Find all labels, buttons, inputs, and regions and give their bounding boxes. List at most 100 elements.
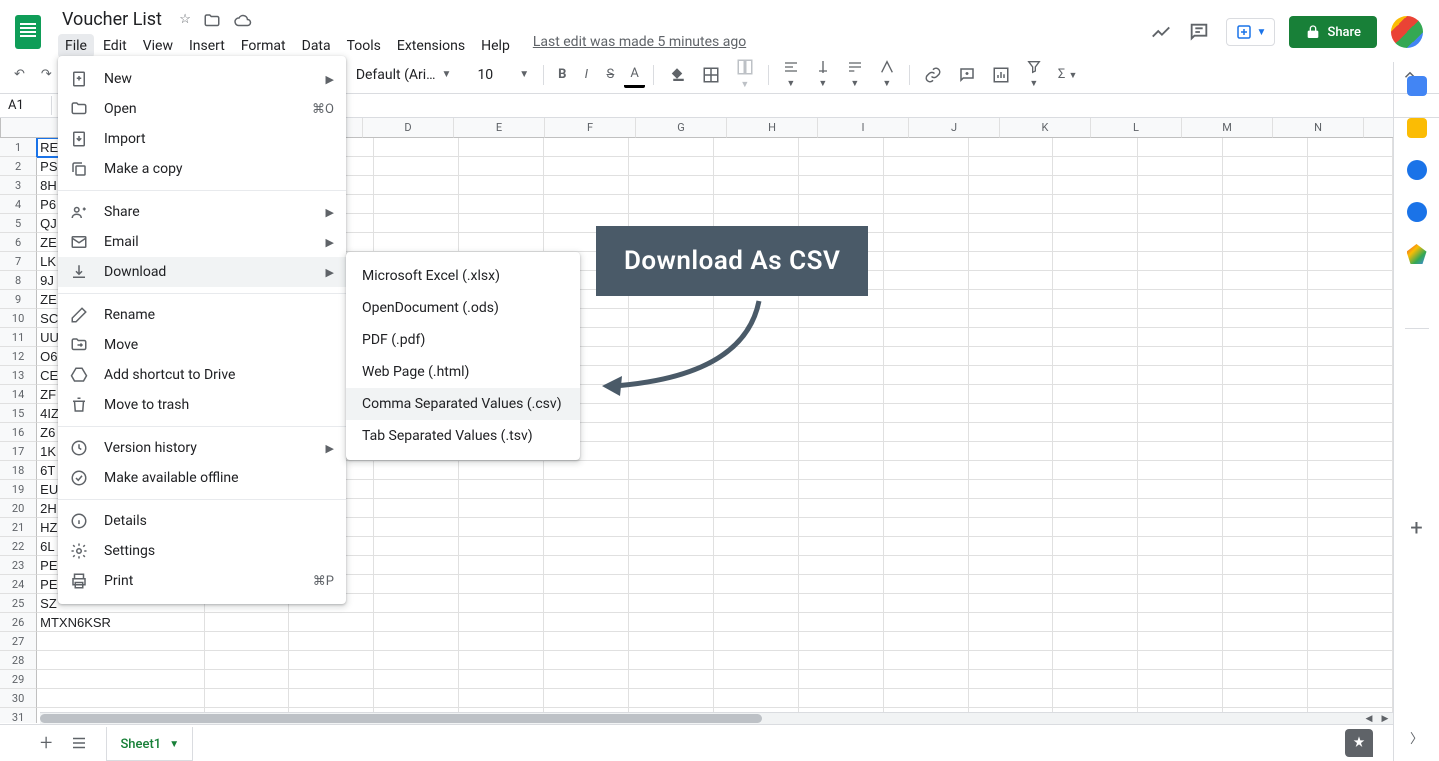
cell[interactable] bbox=[799, 594, 884, 613]
filter-button[interactable]: ▼ bbox=[1020, 55, 1048, 94]
column-header[interactable]: O bbox=[1364, 118, 1393, 138]
cell[interactable] bbox=[714, 594, 799, 613]
cell[interactable] bbox=[1223, 480, 1308, 499]
cell[interactable] bbox=[1138, 537, 1223, 556]
cell[interactable] bbox=[969, 613, 1054, 632]
file-menu-open[interactable]: Open⌘O bbox=[58, 94, 346, 124]
cell[interactable] bbox=[1053, 347, 1138, 366]
cell[interactable] bbox=[1223, 499, 1308, 518]
cell[interactable] bbox=[1308, 689, 1393, 708]
cell[interactable] bbox=[1223, 138, 1308, 157]
cell[interactable] bbox=[884, 214, 969, 233]
cell[interactable] bbox=[714, 632, 799, 651]
cell[interactable] bbox=[1053, 271, 1138, 290]
cell[interactable] bbox=[374, 689, 459, 708]
cell[interactable] bbox=[1138, 518, 1223, 537]
row-header[interactable]: 22 bbox=[0, 537, 37, 556]
wrap-button[interactable]: ▼ bbox=[841, 55, 869, 94]
column-header[interactable]: D bbox=[363, 118, 454, 138]
cell[interactable] bbox=[1308, 328, 1393, 347]
cell[interactable] bbox=[799, 461, 884, 480]
cell[interactable] bbox=[544, 518, 629, 537]
cell[interactable] bbox=[884, 347, 969, 366]
cell[interactable] bbox=[884, 252, 969, 271]
cell[interactable] bbox=[1308, 385, 1393, 404]
cell[interactable] bbox=[1138, 214, 1223, 233]
cell[interactable] bbox=[1138, 138, 1223, 157]
cell[interactable] bbox=[374, 518, 459, 537]
menu-help[interactable]: Help bbox=[474, 34, 517, 58]
cell[interactable] bbox=[969, 423, 1054, 442]
cell[interactable] bbox=[289, 632, 374, 651]
file-menu-print[interactable]: Print⌘P bbox=[58, 566, 346, 596]
cell[interactable] bbox=[1308, 461, 1393, 480]
cell[interactable] bbox=[1223, 689, 1308, 708]
cell[interactable] bbox=[205, 689, 290, 708]
cell[interactable] bbox=[1223, 347, 1308, 366]
row-header[interactable]: 28 bbox=[0, 651, 37, 670]
cell[interactable] bbox=[969, 651, 1054, 670]
cell[interactable] bbox=[969, 461, 1054, 480]
cell[interactable] bbox=[884, 157, 969, 176]
cell[interactable] bbox=[969, 290, 1054, 309]
cell[interactable] bbox=[969, 499, 1054, 518]
cell[interactable] bbox=[1138, 594, 1223, 613]
column-header[interactable]: G bbox=[636, 118, 727, 138]
cell[interactable] bbox=[1138, 499, 1223, 518]
cell[interactable] bbox=[969, 252, 1054, 271]
cell[interactable] bbox=[1223, 518, 1308, 537]
cell[interactable] bbox=[1308, 442, 1393, 461]
cell[interactable] bbox=[969, 518, 1054, 537]
download-option[interactable]: PDF (.pdf) bbox=[346, 324, 580, 356]
cell[interactable] bbox=[459, 176, 544, 195]
sheets-logo[interactable] bbox=[8, 12, 48, 52]
share-button[interactable]: Share bbox=[1289, 16, 1377, 48]
cell[interactable] bbox=[544, 176, 629, 195]
cell[interactable] bbox=[289, 670, 374, 689]
cell[interactable] bbox=[374, 537, 459, 556]
cell[interactable] bbox=[1138, 461, 1223, 480]
row-header[interactable]: 18 bbox=[0, 461, 37, 480]
cell[interactable] bbox=[714, 689, 799, 708]
cell[interactable] bbox=[544, 689, 629, 708]
cell[interactable] bbox=[969, 214, 1054, 233]
cell[interactable] bbox=[884, 537, 969, 556]
cell[interactable] bbox=[884, 328, 969, 347]
cell[interactable] bbox=[1308, 195, 1393, 214]
cell[interactable] bbox=[1053, 613, 1138, 632]
column-header[interactable]: L bbox=[1091, 118, 1182, 138]
cell[interactable] bbox=[799, 613, 884, 632]
cell[interactable] bbox=[1053, 537, 1138, 556]
cell[interactable] bbox=[374, 613, 459, 632]
cell[interactable] bbox=[714, 461, 799, 480]
column-header[interactable]: E bbox=[454, 118, 545, 138]
column-header[interactable]: N bbox=[1273, 118, 1364, 138]
cell[interactable] bbox=[544, 461, 629, 480]
cell[interactable] bbox=[799, 366, 884, 385]
cell[interactable] bbox=[459, 613, 544, 632]
row-header[interactable]: 9 bbox=[0, 290, 37, 309]
cell[interactable] bbox=[37, 632, 204, 651]
cell[interactable] bbox=[799, 480, 884, 499]
cell[interactable] bbox=[1138, 575, 1223, 594]
font-family-select[interactable]: Default (Ari… ▼ bbox=[350, 65, 458, 85]
cell[interactable] bbox=[1308, 176, 1393, 195]
cell[interactable] bbox=[459, 233, 544, 252]
cell[interactable] bbox=[1053, 195, 1138, 214]
row-header[interactable]: 10 bbox=[0, 309, 37, 328]
cell[interactable] bbox=[1223, 271, 1308, 290]
cell[interactable] bbox=[1053, 328, 1138, 347]
italic-button[interactable]: I bbox=[576, 63, 596, 86]
cell[interactable] bbox=[544, 594, 629, 613]
explore-button[interactable] bbox=[1345, 729, 1373, 757]
cell[interactable] bbox=[714, 613, 799, 632]
cell[interactable] bbox=[1223, 366, 1308, 385]
cell[interactable] bbox=[799, 651, 884, 670]
cell[interactable] bbox=[969, 670, 1054, 689]
cell[interactable] bbox=[1308, 594, 1393, 613]
cell[interactable] bbox=[1053, 651, 1138, 670]
column-header[interactable]: J bbox=[909, 118, 1000, 138]
contacts-icon[interactable] bbox=[1407, 202, 1427, 222]
cell[interactable] bbox=[1138, 632, 1223, 651]
column-header[interactable]: M bbox=[1182, 118, 1273, 138]
